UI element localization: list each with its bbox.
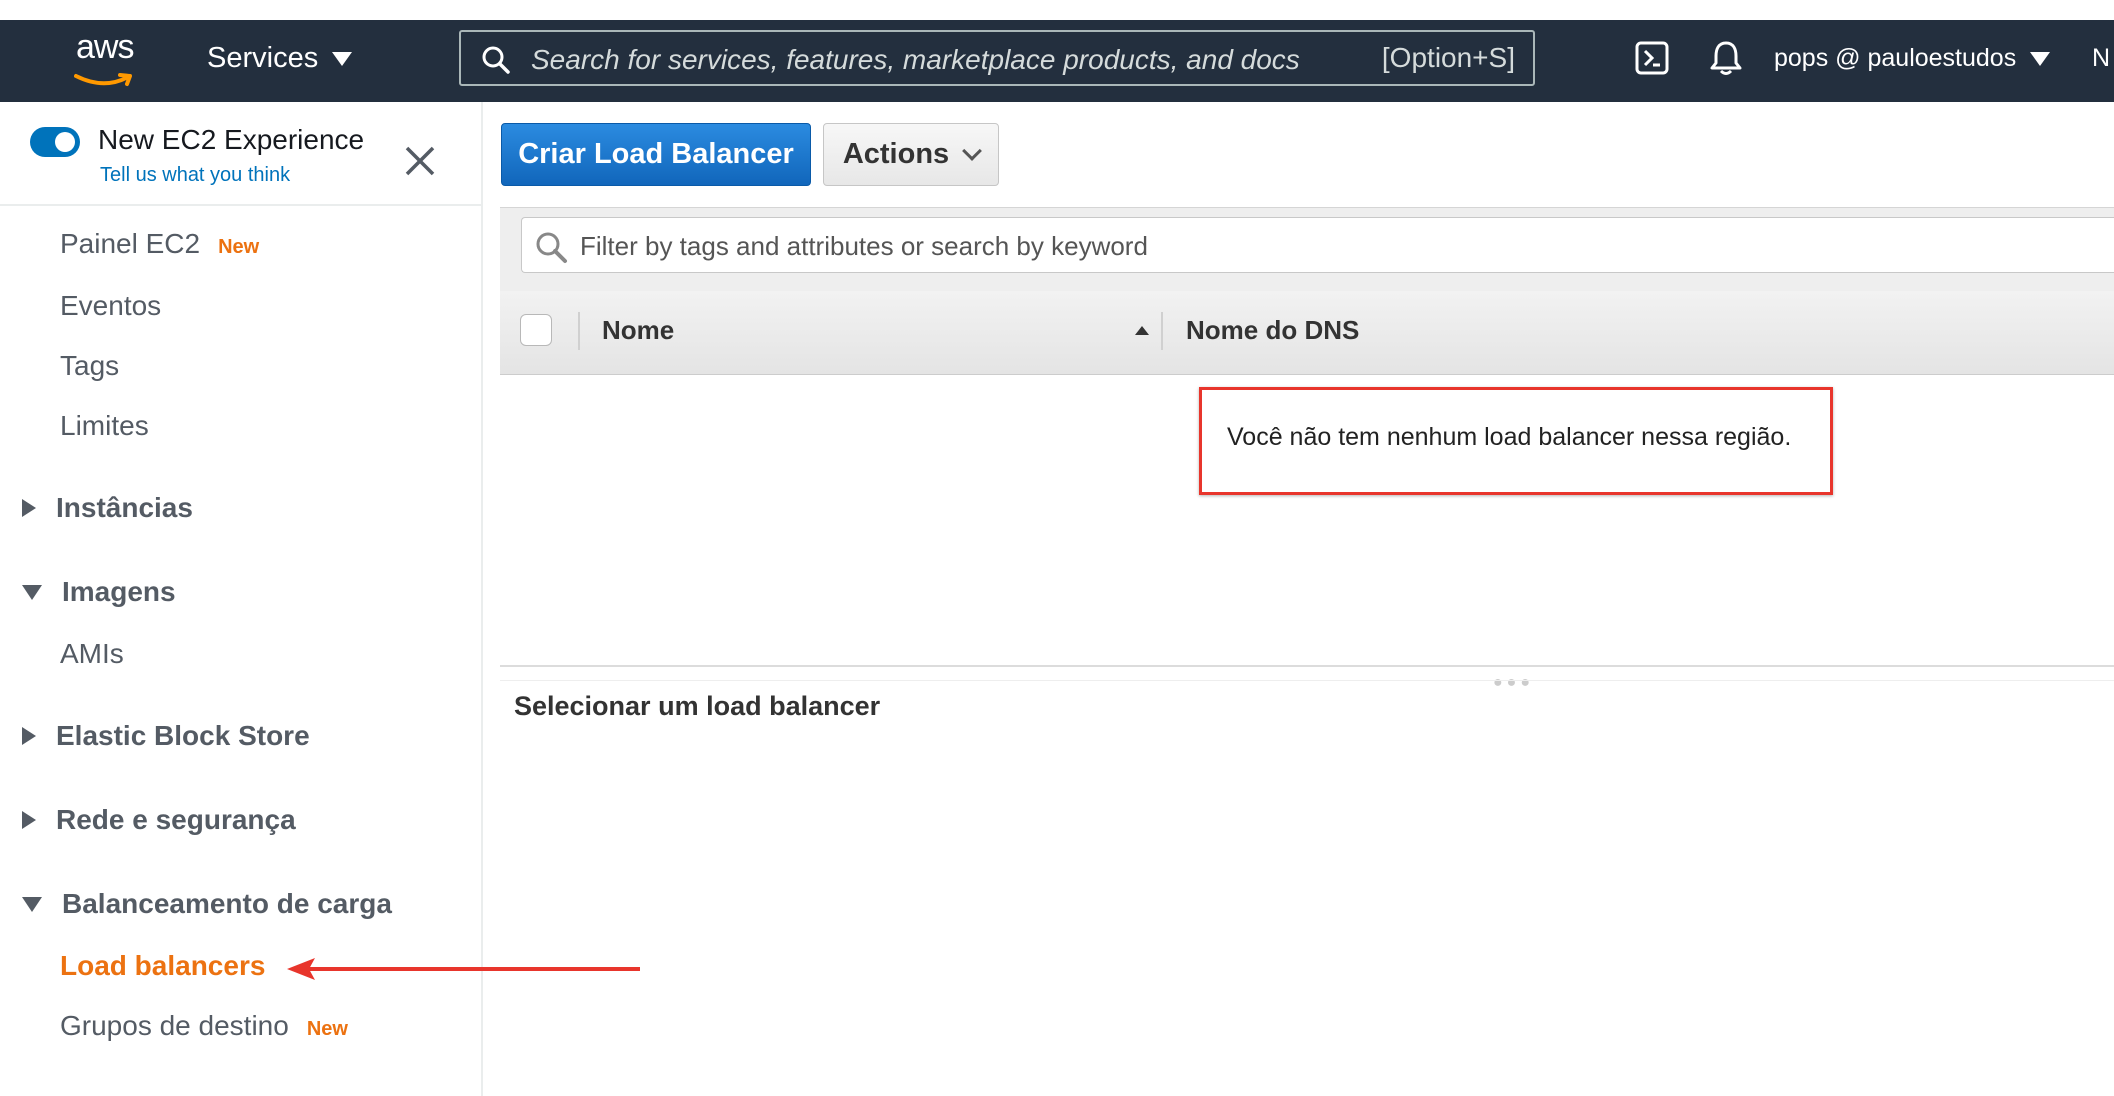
caret-down-icon [332, 51, 353, 66]
services-menu[interactable]: Services [207, 42, 353, 75]
sidebar-item-label: Tags [60, 350, 120, 381]
details-title: Selecionar um load balancer [514, 691, 881, 721]
sidebar-item-amis[interactable]: AMIs [60, 638, 124, 670]
pane-splitter[interactable] [500, 665, 2114, 667]
sidebar-item-label: Grupos de destino [60, 1010, 289, 1041]
expand-arrow-icon [22, 727, 36, 745]
new-experience-title: New EC2 Experience [98, 124, 365, 155]
drag-handle-icon[interactable]: ●●● [1493, 674, 1534, 692]
search-bar[interactable]: [Option+S] [459, 30, 1535, 86]
close-icon[interactable] [403, 144, 437, 178]
toggle-knob [55, 132, 75, 152]
sidebar-item-label: Limites [60, 410, 149, 441]
actions-dropdown-button[interactable]: Actions [823, 123, 999, 186]
cloudshell-icon[interactable] [1634, 40, 1670, 76]
search-icon [536, 232, 567, 263]
section-label: Elastic Block Store [56, 720, 310, 751]
top-strip [0, 0, 2114, 20]
column-header-nome[interactable]: Nome [602, 315, 674, 346]
caret-down-icon [2030, 51, 2051, 66]
sidebar-divider [0, 204, 481, 206]
aws-logo-text: aws [76, 28, 134, 66]
aws-logo[interactable]: aws [70, 28, 140, 88]
sidebar-item-tags[interactable]: Tags [60, 350, 119, 382]
filter-bar[interactable] [521, 217, 2114, 273]
column-divider [1161, 312, 1163, 350]
collapse-arrow-icon [22, 584, 42, 600]
create-load-balancer-button[interactable]: Criar Load Balancer [501, 123, 811, 186]
sidebar-section-rede[interactable]: Rede e segurança [22, 804, 296, 836]
sidebar-item-label: Load balancers [60, 950, 266, 981]
filter-input[interactable] [578, 226, 1582, 266]
actions-button-label: Actions [842, 138, 950, 170]
section-label: Instâncias [56, 492, 193, 523]
expand-arrow-icon [22, 811, 36, 829]
notifications-bell-icon[interactable] [1708, 38, 1744, 78]
feedback-link[interactable]: Tell us what you think [100, 164, 290, 187]
section-label: Rede e segurança [56, 804, 296, 835]
collapse-arrow-icon [22, 896, 42, 912]
search-icon [482, 46, 510, 74]
region-menu-partial[interactable]: N [2092, 44, 2110, 73]
new-badge: New [306, 1018, 348, 1040]
column-divider [578, 312, 580, 350]
sidebar-section-ebs[interactable]: Elastic Block Store [22, 720, 310, 752]
aws-smile-icon [74, 73, 132, 86]
create-button-label: Criar Load Balancer [518, 138, 794, 170]
account-menu[interactable]: pops @ pauloestudos [1774, 44, 2051, 73]
section-label: Imagens [62, 576, 176, 607]
sidebar-item-limites[interactable]: Limites [60, 410, 149, 442]
empty-table-message: Você não tem nenhum load balancer nessa … [1227, 423, 1792, 451]
expand-arrow-icon [22, 499, 36, 517]
sidebar-item-load-balancers[interactable]: Load balancers [60, 950, 265, 982]
select-all-checkbox[interactable] [520, 314, 552, 346]
sidebar-section-instancias[interactable]: Instâncias [22, 492, 193, 524]
services-label: Services [207, 42, 319, 74]
search-input[interactable] [529, 40, 1373, 80]
sidebar-section-balanceamento[interactable]: Balanceamento de carga [22, 888, 392, 920]
sidebar-item-grupos-destino[interactable]: Grupos de destino New [60, 1010, 348, 1042]
chevron-down-icon [962, 140, 983, 161]
sidebar: New EC2 Experience Tell us what you thin… [0, 102, 483, 1096]
details-divider [500, 680, 2114, 681]
search-shortcut-hint: [Option+S] [1381, 42, 1515, 73]
sidebar-item-painel-ec2[interactable]: Painel EC2 New [60, 228, 259, 260]
column-header-nome-dns[interactable]: Nome do DNS [1186, 315, 1359, 346]
sidebar-item-label: Painel EC2 [60, 228, 201, 259]
account-label: pops @ pauloestudos [1774, 44, 2017, 72]
sort-ascending-icon[interactable] [1135, 326, 1149, 335]
new-experience-toggle[interactable] [30, 127, 80, 157]
new-badge: New [218, 236, 260, 258]
annotation-arrow-icon [287, 958, 640, 980]
top-navbar: aws Services [Option+S] pops @ pauloestu… [0, 20, 2114, 102]
section-label: Balanceamento de carga [62, 888, 392, 919]
sidebar-item-eventos[interactable]: Eventos [60, 290, 161, 322]
sidebar-item-label: Eventos [60, 290, 162, 321]
sidebar-section-imagens[interactable]: Imagens [22, 576, 176, 608]
sidebar-item-label: AMIs [60, 638, 124, 669]
